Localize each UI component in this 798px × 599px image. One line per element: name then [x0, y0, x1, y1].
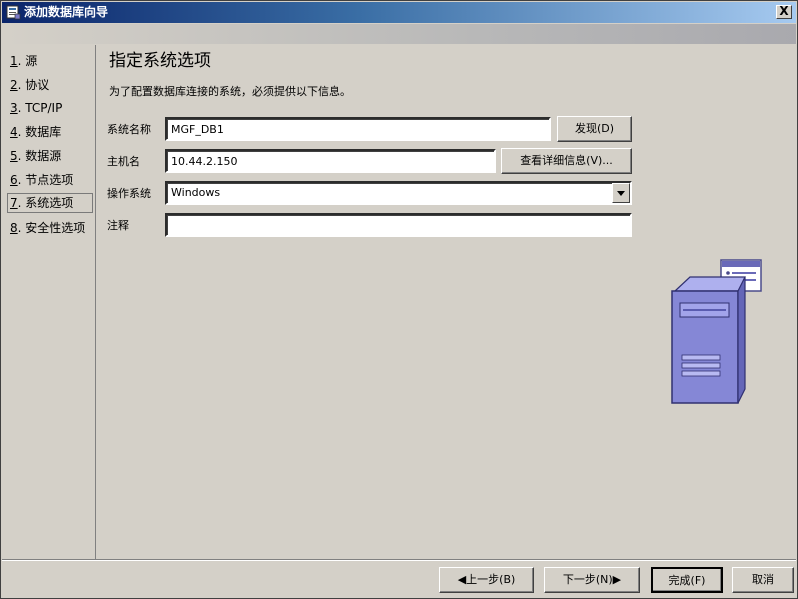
discover-button[interactable]: 发现(D): [557, 116, 632, 142]
step-item-system-options[interactable]: 7. 系统选项: [7, 193, 93, 213]
os-label: 操作系统: [107, 187, 151, 200]
step-item-node-options[interactable]: 6. 节点选项: [7, 170, 93, 190]
server-icon: [671, 259, 762, 404]
next-button[interactable]: 下一步(N)▶: [544, 567, 640, 593]
finish-button[interactable]: 完成(F): [651, 567, 723, 593]
footer-divider: [2, 559, 796, 561]
system-name-input[interactable]: [165, 117, 551, 141]
back-button[interactable]: ◀上一步(B): [439, 567, 534, 593]
close-button[interactable]: X: [776, 5, 792, 19]
window-title: 添加数据库向导: [24, 5, 109, 19]
step-item-datasource[interactable]: 5. 数据源: [7, 146, 93, 166]
host-name-input[interactable]: [165, 149, 496, 173]
arrow-left-icon: ◀: [457, 573, 467, 586]
title-bar[interactable]: 添加数据库向导 X: [2, 2, 796, 23]
arrow-right-icon: ▶: [612, 573, 622, 586]
chevron-down-icon[interactable]: [612, 183, 630, 203]
comment-label: 注释: [107, 219, 129, 232]
view-details-button[interactable]: 查看详细信息(V)...: [501, 148, 632, 174]
host-name-label: 主机名: [107, 155, 140, 168]
step-item-tcpip[interactable]: 3. TCP/IP: [7, 98, 93, 118]
step-item-security-options[interactable]: 8. 安全性选项: [7, 218, 93, 238]
step-item-protocol[interactable]: 2. 协议: [7, 75, 93, 95]
wizard-window: 添加数据库向导 X 1. 源 2. 协议 3. TCP/IP 4. 数据库 5.…: [0, 0, 798, 599]
header-band: [2, 24, 796, 44]
os-select[interactable]: Windows: [165, 181, 632, 205]
wizard-icon: [6, 5, 21, 20]
system-name-label: 系统名称: [107, 123, 151, 136]
cancel-button[interactable]: 取消: [732, 567, 794, 593]
os-select-value: Windows: [171, 186, 221, 199]
main-panel: 指定系统选项 为了配置数据库连接的系统，必须提供以下信息。 系统名称 发现(D)…: [97, 45, 796, 559]
page-title: 指定系统选项: [109, 51, 211, 71]
step-item-source[interactable]: 1. 源: [7, 51, 93, 71]
step-item-database[interactable]: 4. 数据库: [7, 122, 93, 142]
page-description: 为了配置数据库连接的系统，必须提供以下信息。: [109, 85, 351, 98]
comment-input[interactable]: [165, 213, 632, 237]
step-list: 1. 源 2. 协议 3. TCP/IP 4. 数据库 5. 数据源 6. 节点…: [5, 45, 96, 559]
